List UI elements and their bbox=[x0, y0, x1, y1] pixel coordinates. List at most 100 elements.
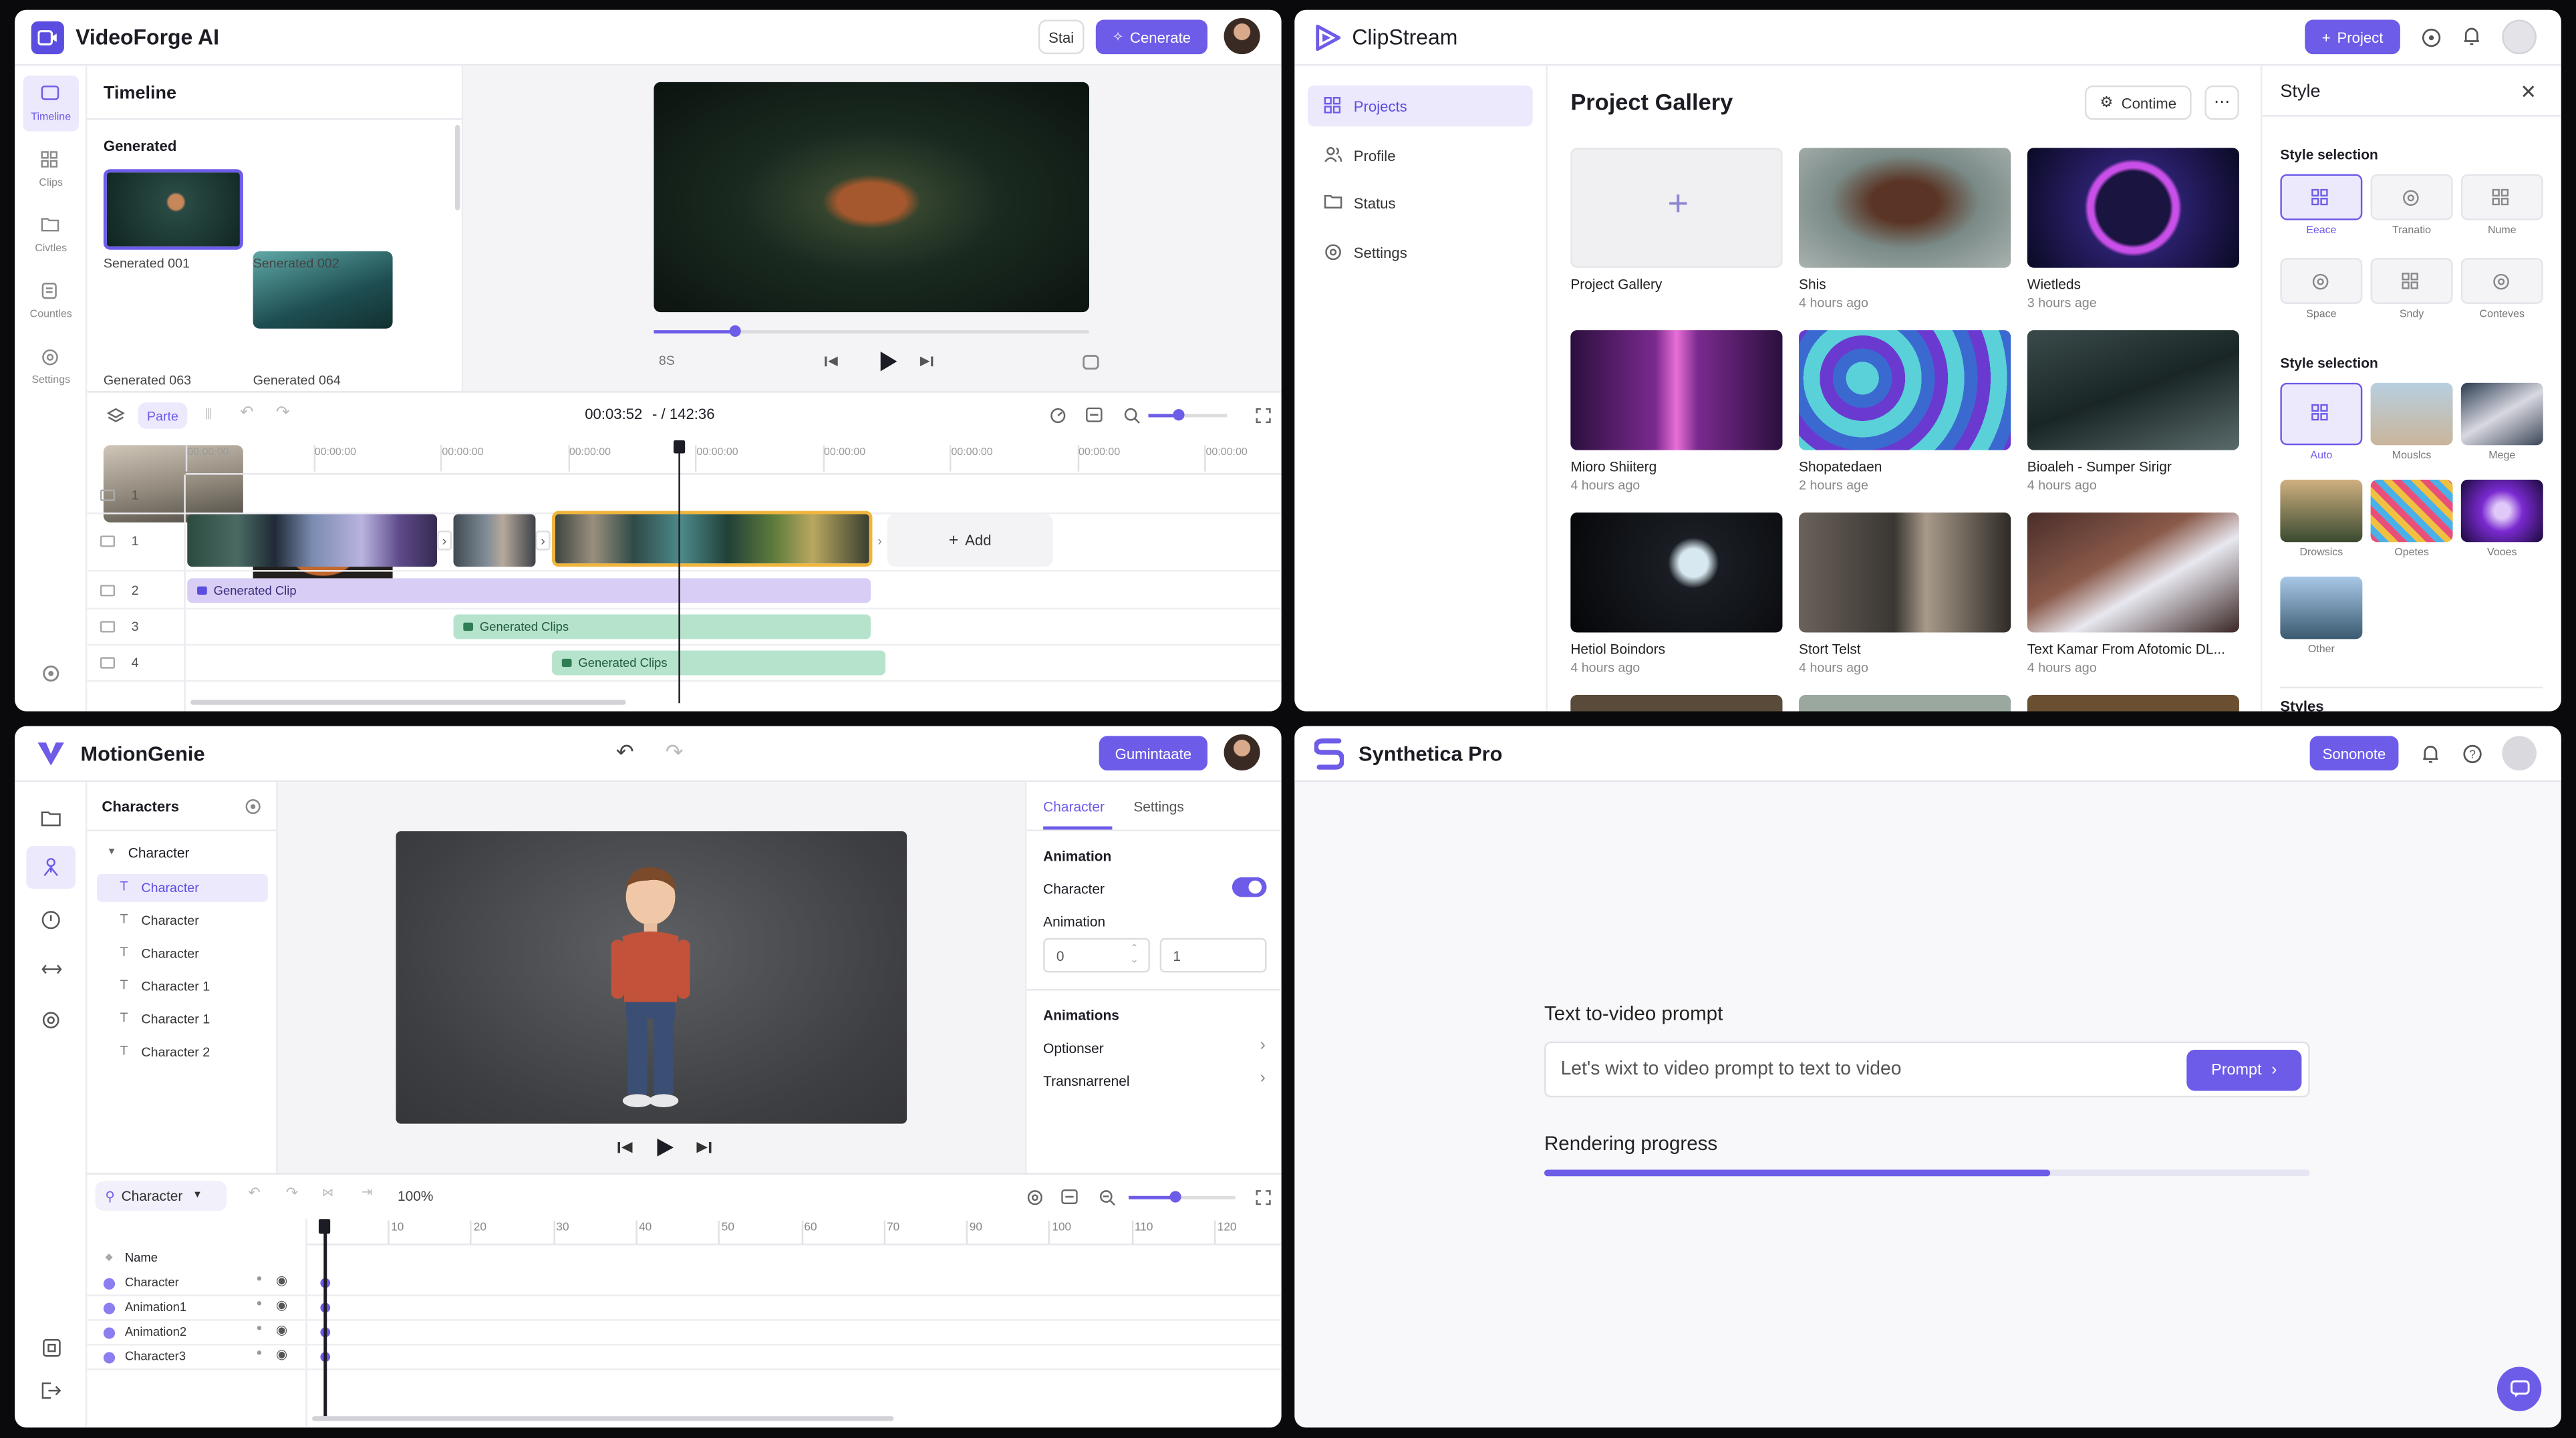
transition-icon[interactable] bbox=[38, 956, 64, 982]
project-title[interactable]: Shopatedaen bbox=[1799, 458, 1882, 475]
export-button[interactable]: Gumintaate bbox=[1099, 736, 1207, 771]
layers-icon[interactable] bbox=[104, 404, 126, 427]
playhead[interactable] bbox=[678, 443, 680, 704]
tree-item[interactable]: T Character 1 bbox=[97, 972, 268, 1000]
animation-row[interactable]: Transnarrenel bbox=[1043, 1072, 1129, 1089]
settings-icon[interactable] bbox=[38, 1007, 64, 1033]
keyframe-icon[interactable]: ⋈ bbox=[322, 1186, 333, 1199]
new-project-button[interactable]: + Project bbox=[2305, 19, 2400, 55]
tab-character[interactable]: Character bbox=[1043, 799, 1105, 815]
nav-item-clips[interactable]: Clips bbox=[23, 141, 79, 197]
style-option[interactable] bbox=[2460, 382, 2543, 446]
seek-handle[interactable] bbox=[729, 325, 741, 337]
redo-icon[interactable]: ↷ bbox=[276, 404, 290, 422]
folder-icon[interactable] bbox=[38, 805, 64, 831]
share-button[interactable]: Stai bbox=[1038, 19, 1085, 55]
style-option[interactable] bbox=[2280, 479, 2363, 543]
zoom-icon[interactable] bbox=[1097, 1187, 1115, 1205]
tree-item[interactable]: T Character bbox=[97, 940, 268, 968]
library-scrollbar[interactable] bbox=[455, 124, 460, 210]
settings-icon[interactable] bbox=[1025, 1187, 1043, 1205]
project-thumbnail[interactable] bbox=[1799, 148, 2011, 268]
play-icon[interactable] bbox=[656, 1135, 676, 1158]
character-icon[interactable] bbox=[26, 846, 76, 889]
skip-back-icon[interactable] bbox=[614, 1137, 634, 1157]
lock-dot-icon[interactable]: ● bbox=[257, 1348, 263, 1358]
library-thumb[interactable] bbox=[103, 169, 243, 250]
continue-button[interactable]: ⚙ Contime bbox=[2084, 85, 2192, 120]
track-icon[interactable] bbox=[100, 585, 116, 597]
project-title[interactable]: Project Gallery bbox=[1570, 276, 1662, 293]
redo-icon[interactable]: ↷ bbox=[666, 739, 684, 765]
character-preview[interactable] bbox=[396, 831, 907, 1124]
close-icon[interactable]: ✕ bbox=[2520, 80, 2537, 103]
fullscreen-icon[interactable] bbox=[1254, 1187, 1272, 1205]
animation-field-b[interactable]: 1 bbox=[1159, 938, 1267, 973]
caption-icon[interactable] bbox=[1060, 1187, 1078, 1205]
character-toggle[interactable] bbox=[1232, 877, 1267, 897]
skip-back-icon[interactable] bbox=[821, 351, 841, 372]
project-thumbnail[interactable] bbox=[2027, 330, 2239, 450]
sidebar-item-status[interactable]: Status bbox=[1308, 182, 1533, 223]
layer-select[interactable]: ⚲ Character ▼ bbox=[95, 1181, 227, 1211]
sidebar-item-settings[interactable]: Settings bbox=[1308, 231, 1533, 271]
frame-ruler[interactable]: 10 20 30 40 50 60 70 90 100 110 120 bbox=[307, 1219, 1282, 1246]
skip-forward-icon[interactable] bbox=[693, 1137, 713, 1157]
zoom-slider-handle[interactable] bbox=[1169, 1191, 1181, 1203]
animation-row[interactable]: Optionser bbox=[1043, 1040, 1104, 1056]
project-thumbnail[interactable] bbox=[1799, 694, 2011, 712]
layer-row[interactable]: Character bbox=[125, 1275, 179, 1290]
project-thumbnail[interactable] bbox=[2027, 694, 2239, 712]
bell-icon[interactable] bbox=[2461, 25, 2482, 47]
stepper-icon[interactable]: ⌃ ⌄ bbox=[1130, 945, 1138, 968]
project-title[interactable]: Stort Telst bbox=[1799, 641, 1861, 658]
style-option[interactable] bbox=[2370, 382, 2453, 446]
project-thumbnail[interactable] bbox=[1570, 694, 1783, 712]
clock-icon[interactable] bbox=[38, 907, 64, 933]
project-title[interactable]: Hetiol Boindors bbox=[1570, 641, 1665, 658]
chevron-right-icon[interactable]: › bbox=[436, 531, 452, 551]
nav-item-settings[interactable]: Settings bbox=[23, 338, 79, 394]
project-thumbnail[interactable] bbox=[1799, 330, 2011, 450]
chevron-right-icon[interactable]: › bbox=[1260, 1069, 1266, 1087]
speed-icon[interactable] bbox=[1048, 406, 1066, 424]
add-clip-button[interactable]: + Add bbox=[887, 514, 1053, 567]
track-icon[interactable] bbox=[100, 535, 116, 547]
action-button[interactable]: Sononote bbox=[2309, 736, 2399, 771]
playhead[interactable] bbox=[323, 1222, 327, 1417]
layer-row[interactable]: Animation1 bbox=[125, 1300, 186, 1314]
lock-dot-icon[interactable]: ● bbox=[257, 1324, 263, 1334]
library-icon[interactable] bbox=[38, 1334, 64, 1360]
selected-video-clip[interactable] bbox=[552, 511, 873, 567]
eye-icon[interactable]: ◉ bbox=[276, 1298, 287, 1312]
logout-icon[interactable] bbox=[38, 1377, 64, 1403]
style-option[interactable] bbox=[2460, 174, 2543, 221]
user-avatar[interactable] bbox=[2502, 19, 2537, 55]
chevron-down-icon[interactable]: ▼ bbox=[107, 848, 117, 858]
project-thumbnail[interactable] bbox=[2027, 513, 2239, 633]
sidebar-item-projects[interactable]: Projects bbox=[1307, 85, 1533, 127]
style-option[interactable] bbox=[2280, 382, 2363, 446]
style-option[interactable] bbox=[2370, 479, 2453, 543]
nav-item-timeline[interactable]: Timeline bbox=[23, 76, 80, 132]
tree-item[interactable]: T Character 2 bbox=[97, 1038, 268, 1066]
playhead-handle[interactable] bbox=[318, 1219, 331, 1234]
animation-field-a[interactable]: 0 ⌃ ⌄ bbox=[1043, 938, 1150, 973]
redo-icon[interactable]: ↷ bbox=[286, 1185, 299, 1203]
project-title[interactable]: Bioaleh - Sumper Sirigr bbox=[2027, 458, 2172, 475]
style-option[interactable] bbox=[2460, 257, 2543, 304]
split-icon[interactable]: ⫴ bbox=[205, 406, 211, 424]
video-preview[interactable] bbox=[654, 82, 1089, 313]
style-option[interactable] bbox=[2460, 479, 2543, 543]
tree-item[interactable]: T Character bbox=[97, 907, 268, 935]
track-icon[interactable] bbox=[100, 621, 116, 633]
loop-icon[interactable] bbox=[1081, 351, 1101, 372]
chat-icon[interactable] bbox=[2496, 1367, 2542, 1411]
generated-clip[interactable]: Generated Clips bbox=[552, 650, 886, 676]
user-avatar[interactable] bbox=[1224, 734, 1260, 771]
layer-row[interactable]: Character3 bbox=[125, 1348, 186, 1363]
sidebar-item-profile[interactable]: Profile bbox=[1308, 134, 1533, 174]
eye-icon[interactable]: ◉ bbox=[276, 1273, 287, 1288]
playhead-handle[interactable] bbox=[673, 440, 686, 454]
tab-settings[interactable]: Settings bbox=[1133, 799, 1184, 815]
